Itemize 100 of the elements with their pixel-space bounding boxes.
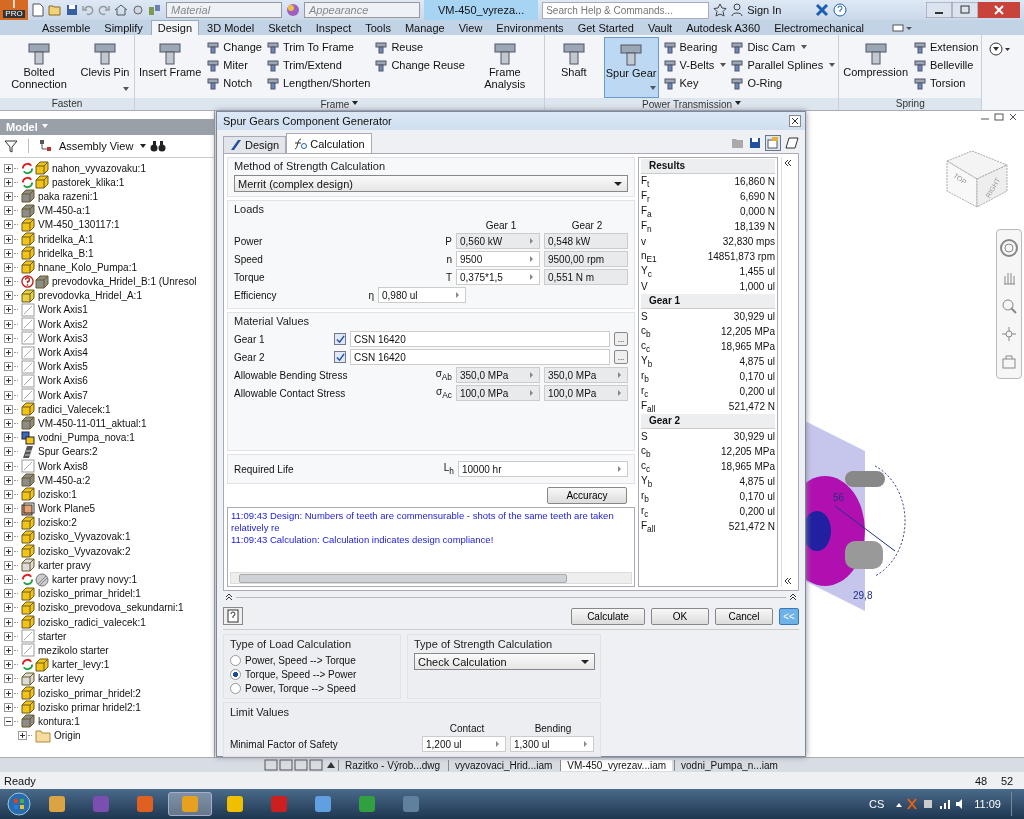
tree-item[interactable]: lozisko_primar_hridel:2 — [36, 687, 141, 699]
expand-toggle-icon[interactable] — [4, 390, 13, 400]
ribbon-tool-button[interactable]: O-Ring — [730, 75, 836, 90]
edit-sheet-icon[interactable] — [785, 136, 799, 150]
tree-item[interactable]: Work Axis8 — [36, 460, 88, 472]
search-field[interactable]: Search Help & Commands... — [542, 1, 710, 19]
tree-item[interactable]: Work Axis2 — [36, 318, 88, 330]
expand-toggle-icon[interactable] — [4, 532, 13, 542]
tree-item[interactable]: VM-450_130117:1 — [36, 219, 120, 231]
tray-icons[interactable] — [894, 797, 965, 811]
close-icon[interactable] — [1008, 113, 1018, 121]
expand-toggle-icon[interactable] — [4, 674, 13, 684]
ribbon-tool-button[interactable]: Disc Cam — [730, 39, 836, 54]
expand-toggle-icon[interactable] — [4, 631, 13, 641]
expand-toggle-icon[interactable] — [4, 504, 13, 514]
calculate-button[interactable]: Calculate — [571, 607, 645, 625]
expand-toggle-icon[interactable] — [4, 560, 13, 570]
radio-button[interactable] — [230, 668, 241, 680]
expand-toggle-icon[interactable] — [4, 716, 13, 726]
start-button[interactable] — [4, 792, 34, 816]
up-arrow-icon[interactable] — [326, 760, 336, 770]
input-field[interactable]: 0,560 kW — [456, 233, 540, 249]
input-field[interactable]: 350,0 MPa — [456, 367, 540, 383]
ribbon-tool-button[interactable]: Key — [662, 75, 727, 90]
ribbon-tool-button[interactable]: Bolted Connection — [3, 37, 75, 98]
ribbon-tool-button[interactable]: Bearing — [662, 39, 727, 54]
ribbon-tab[interactable]: Electromechanical — [768, 21, 871, 35]
collapse-chevron-icon[interactable] — [784, 159, 792, 167]
browse-button[interactable]: ... — [614, 332, 628, 346]
steering-wheel-icon[interactable] — [999, 238, 1019, 258]
browse-button[interactable]: ... — [614, 350, 628, 364]
dropdown-icon[interactable] — [988, 41, 1013, 57]
tree-item[interactable]: VM-450-a:1 — [36, 205, 91, 217]
app-logo[interactable]: I PRO — [0, 0, 28, 20]
tree-item[interactable]: VM-450-11-011_aktual:1 — [36, 417, 147, 429]
input-field[interactable]: 1,200 ul — [422, 736, 506, 752]
radio-label[interactable]: Torque, Speed --> Power — [245, 668, 357, 680]
save-icon[interactable] — [749, 137, 761, 149]
input-field[interactable]: 10000 hr — [458, 461, 628, 477]
expand-toggle-icon[interactable] — [4, 603, 13, 613]
language-indicator[interactable]: CS — [861, 798, 893, 810]
tree-item[interactable]: lozisko_prevodova_sekundarni:1 — [36, 602, 184, 614]
tree-item[interactable]: Work Axis5 — [36, 361, 88, 373]
expand-toggle-icon[interactable] — [4, 234, 13, 244]
tree-item[interactable]: kontura:1 — [36, 715, 80, 727]
tree-item[interactable]: Work Axis3 — [36, 332, 88, 344]
star-icon[interactable] — [713, 3, 728, 17]
help-icon[interactable] — [223, 607, 243, 625]
clock[interactable]: 11:09 — [966, 798, 1009, 810]
ribbon-tab[interactable]: Sketch — [262, 21, 308, 35]
ribbon-tab[interactable]: Manage — [398, 21, 451, 35]
expand-toggle-icon[interactable] — [4, 376, 13, 386]
tree-item[interactable]: lozisko primar hridel2:1 — [36, 701, 141, 713]
tree-item[interactable]: VM-450-a:2 — [36, 474, 91, 486]
radio-button[interactable] — [230, 682, 241, 694]
tree-item[interactable]: pastorek_klika:1 — [50, 176, 125, 188]
ribbon-tab[interactable]: Simplify — [98, 21, 149, 35]
ribbon-tool-button[interactable]: Spur Gear — [603, 37, 659, 98]
ok-button[interactable]: OK — [651, 607, 709, 625]
tree-item[interactable]: lozisko:1 — [36, 488, 77, 500]
expand-toggle-icon[interactable] — [4, 575, 13, 585]
ribbon-tool-button[interactable]: Shaft — [547, 37, 600, 98]
checkbox[interactable] — [334, 351, 346, 363]
expand-toggle-icon[interactable] — [4, 220, 13, 230]
tree-item[interactable]: Work Plane5 — [36, 503, 96, 515]
ribbon-tool-button[interactable]: Parallel Splines — [730, 57, 836, 72]
tree-item[interactable]: Work Axis6 — [36, 375, 88, 387]
ribbon-tool-button[interactable]: Reuse — [374, 39, 465, 54]
expand-toggle-icon[interactable] — [4, 277, 13, 287]
help-icon[interactable] — [833, 3, 848, 17]
checkbox[interactable] — [334, 333, 346, 345]
sign-in-link[interactable]: Sign In — [747, 4, 782, 16]
ribbon-tool-button[interactable]: Lengthen/Shorten — [265, 75, 371, 90]
document-tab[interactable]: vodni_Pumpa_n...iam — [674, 759, 784, 771]
ribbon-tool-button[interactable]: V-Belts — [662, 57, 727, 72]
binoculars-icon[interactable] — [150, 139, 167, 153]
material-field[interactable]: CSN 16420 — [350, 331, 610, 347]
tree-item[interactable]: nahon_vyvazovaku:1 — [50, 162, 146, 174]
tree-item[interactable]: radici_Valecek:1 — [36, 403, 111, 415]
expand-toggle-icon[interactable] — [4, 348, 13, 358]
open-folder-icon[interactable] — [48, 4, 62, 16]
tree-item[interactable]: vodni_Pumpa_nova:1 — [36, 432, 135, 444]
ribbon-tool-button[interactable]: Belleville — [913, 57, 979, 72]
expand-toggle-icon[interactable] — [4, 163, 13, 173]
ribbon-tab[interactable]: Vault — [641, 21, 679, 35]
expand-toggle-icon[interactable] — [4, 262, 13, 272]
ribbon-tool-button[interactable]: Trim/Extend — [265, 57, 371, 72]
expand-toggle-icon[interactable] — [4, 688, 13, 698]
material-field[interactable]: CSN 16420 — [350, 349, 610, 365]
ribbon-tab[interactable]: Get Started — [571, 21, 640, 35]
expand-toggle-icon[interactable] — [4, 546, 13, 556]
input-field[interactable]: 350,0 MPa — [544, 367, 628, 383]
expand-toggle-icon[interactable] — [4, 177, 13, 187]
method-dropdown[interactable]: Merrit (complex design) — [234, 175, 628, 192]
expand-toggle-icon[interactable] — [4, 333, 13, 343]
expand-toggle-icon[interactable] — [4, 617, 13, 627]
expand-toggle-icon[interactable] — [4, 589, 13, 599]
expand-toggle-icon[interactable] — [4, 362, 13, 372]
expand-toggle-icon[interactable] — [4, 291, 13, 301]
collapse-chevron-icon[interactable] — [225, 593, 233, 601]
